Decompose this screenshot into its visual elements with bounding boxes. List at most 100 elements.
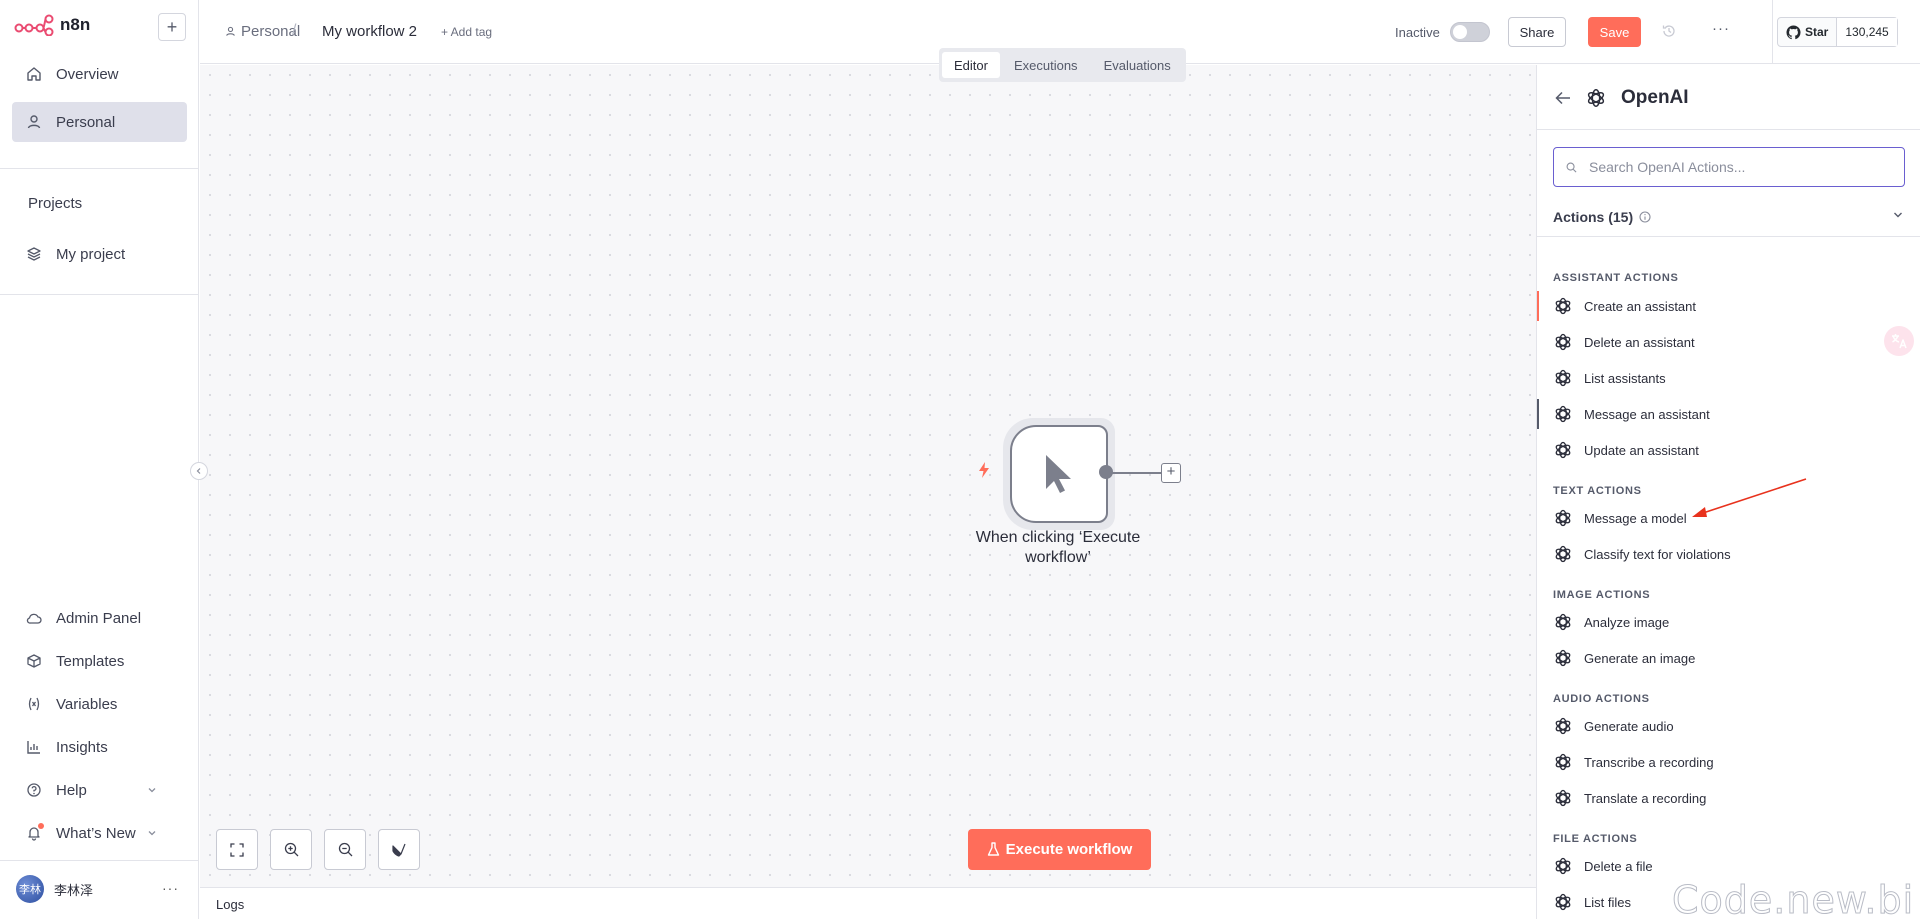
sidebar-item-my-project[interactable]: My project [12, 234, 187, 274]
action-item-label: Delete an assistant [1584, 334, 1695, 350]
watermark: Code.new.bi [1671, 878, 1915, 919]
zoom-to-fit-button[interactable] [216, 829, 258, 870]
openai-icon [1555, 369, 1571, 387]
sidebar-item-label: Personal [56, 113, 116, 131]
tab-editor[interactable]: Editor [942, 52, 1000, 78]
node-label: When clicking ‘Execute workflow’ [975, 529, 1141, 566]
workflow-canvas[interactable] [200, 65, 1536, 887]
trigger-bolt-icon [979, 462, 989, 478]
manual-trigger-node[interactable] [1010, 425, 1108, 523]
actions-divider [1537, 236, 1920, 237]
sidebar-collapse-button[interactable] [190, 462, 208, 480]
save-button[interactable]: Save [1588, 17, 1641, 47]
action-item-label: Message a model [1584, 510, 1687, 526]
annotation-arrow [1692, 478, 1807, 517]
openai-icon [1555, 297, 1571, 315]
action-item[interactable]: Create an assistant [1537, 291, 1920, 321]
action-item-label: Update an assistant [1584, 442, 1699, 458]
action-item[interactable]: List assistants [1537, 363, 1920, 393]
back-arrow-icon[interactable] [1555, 91, 1571, 105]
n8n-logo[interactable]: n8n [14, 14, 90, 36]
user-menu-button[interactable]: ··· [162, 880, 179, 896]
tidy-up-button[interactable] [378, 829, 420, 870]
action-item[interactable]: Generate an image [1537, 643, 1920, 673]
toggle-knob [1453, 25, 1467, 39]
actions-search[interactable] [1553, 147, 1905, 187]
node-output-handle[interactable] [1099, 465, 1113, 479]
sidebar-item-help[interactable]: Help [12, 770, 187, 810]
zoom-out-button[interactable] [324, 829, 366, 870]
search-input[interactable] [1589, 159, 1889, 175]
box-icon [27, 654, 41, 668]
workflow-name[interactable]: My workflow 2 [322, 23, 417, 40]
bar-chart-icon [27, 741, 40, 754]
openai-icon [1555, 545, 1571, 563]
action-item[interactable]: Classify text for violations [1537, 539, 1920, 569]
history-icon[interactable] [1661, 23, 1677, 39]
github-star-widget[interactable]: Star 130,245 [1777, 17, 1898, 47]
action-item-label: Delete a file [1584, 858, 1653, 874]
create-button[interactable]: + [158, 13, 186, 41]
translate-button[interactable] [1884, 326, 1914, 356]
share-button[interactable]: Share [1508, 17, 1566, 47]
sidebar-item-label: What’s New [56, 824, 136, 842]
sidebar-item-label: Templates [56, 652, 125, 670]
openai-icon [1555, 789, 1571, 807]
chevron-left-icon [196, 468, 201, 474]
sidebar-item-admin-panel[interactable]: Admin Panel [12, 598, 187, 638]
zoom-in-button[interactable] [270, 829, 312, 870]
github-star-count[interactable]: 130,245 [1837, 18, 1897, 46]
logs-label: Logs [216, 897, 245, 912]
tab-evaluations[interactable]: Evaluations [1092, 52, 1183, 78]
openai-icon [1555, 405, 1571, 423]
home-icon [27, 67, 41, 81]
cursor-pointer-icon [1046, 455, 1071, 493]
projects-title: Projects [28, 195, 83, 212]
action-item[interactable]: Transcribe a recording [1537, 747, 1920, 777]
openai-icon [1555, 857, 1571, 875]
github-star-label: Star [1805, 25, 1829, 39]
openai-icon [1555, 509, 1571, 527]
user-profile[interactable]: 李林 李林泽 [16, 875, 93, 903]
github-star-button[interactable]: Star [1778, 18, 1838, 46]
action-item[interactable]: Update an assistant [1537, 435, 1920, 465]
action-item-label: List assistants [1584, 370, 1666, 386]
sidebar-item-whats-new[interactable]: What’s New [12, 813, 187, 853]
action-item[interactable]: Translate a recording [1537, 783, 1920, 813]
add-tag-button[interactable]: + Add tag [441, 25, 492, 39]
sidebar-item-variables[interactable]: Variables [12, 684, 187, 724]
chevron-down-icon[interactable] [1892, 209, 1904, 221]
action-item[interactable]: Message an assistant [1537, 399, 1920, 429]
add-node-button[interactable]: + [1161, 463, 1181, 483]
sidebar-item-personal[interactable]: Personal [12, 102, 187, 142]
action-item[interactable]: Generate audio [1537, 711, 1920, 741]
sidebar-item-insights[interactable]: Insights [12, 727, 187, 767]
action-item-indicator [1537, 399, 1539, 429]
action-item-label: Create an assistant [1584, 298, 1697, 314]
action-item-label: Generate an image [1584, 650, 1696, 666]
action-item-label: Message an assistant [1584, 406, 1710, 422]
panel-divider [1537, 129, 1920, 130]
breadcrumb-project[interactable]: Personal [225, 23, 300, 40]
execute-workflow-button[interactable]: Execute workflow [968, 829, 1151, 870]
openai-icon [1555, 613, 1571, 631]
action-item-label: Generate audio [1584, 718, 1674, 734]
action-item-label: Transcribe a recording [1584, 754, 1714, 770]
active-toggle[interactable] [1450, 22, 1490, 42]
notification-dot [38, 823, 44, 829]
logs-bar[interactable]: Logs [200, 887, 1536, 919]
sidebar-item-label: Overview [56, 65, 119, 83]
breadcrumb-separator: / [292, 22, 297, 39]
action-group-title: FILE ACTIONS [1553, 833, 1638, 845]
avatar: 李林 [16, 875, 44, 903]
openai-icon [1555, 333, 1571, 351]
action-item[interactable]: Analyze image [1537, 607, 1920, 637]
actions-header[interactable]: Actions (15) [1553, 209, 1651, 225]
node-connector-line [1112, 472, 1162, 474]
sidebar-item-overview[interactable]: Overview [12, 54, 187, 94]
action-item[interactable]: Delete an assistant [1537, 327, 1920, 357]
action-item[interactable]: Delete a file [1537, 851, 1920, 881]
sidebar-item-templates[interactable]: Templates [12, 641, 187, 681]
tab-executions[interactable]: Executions [1002, 52, 1090, 78]
more-options-button[interactable]: ··· [1712, 20, 1730, 37]
